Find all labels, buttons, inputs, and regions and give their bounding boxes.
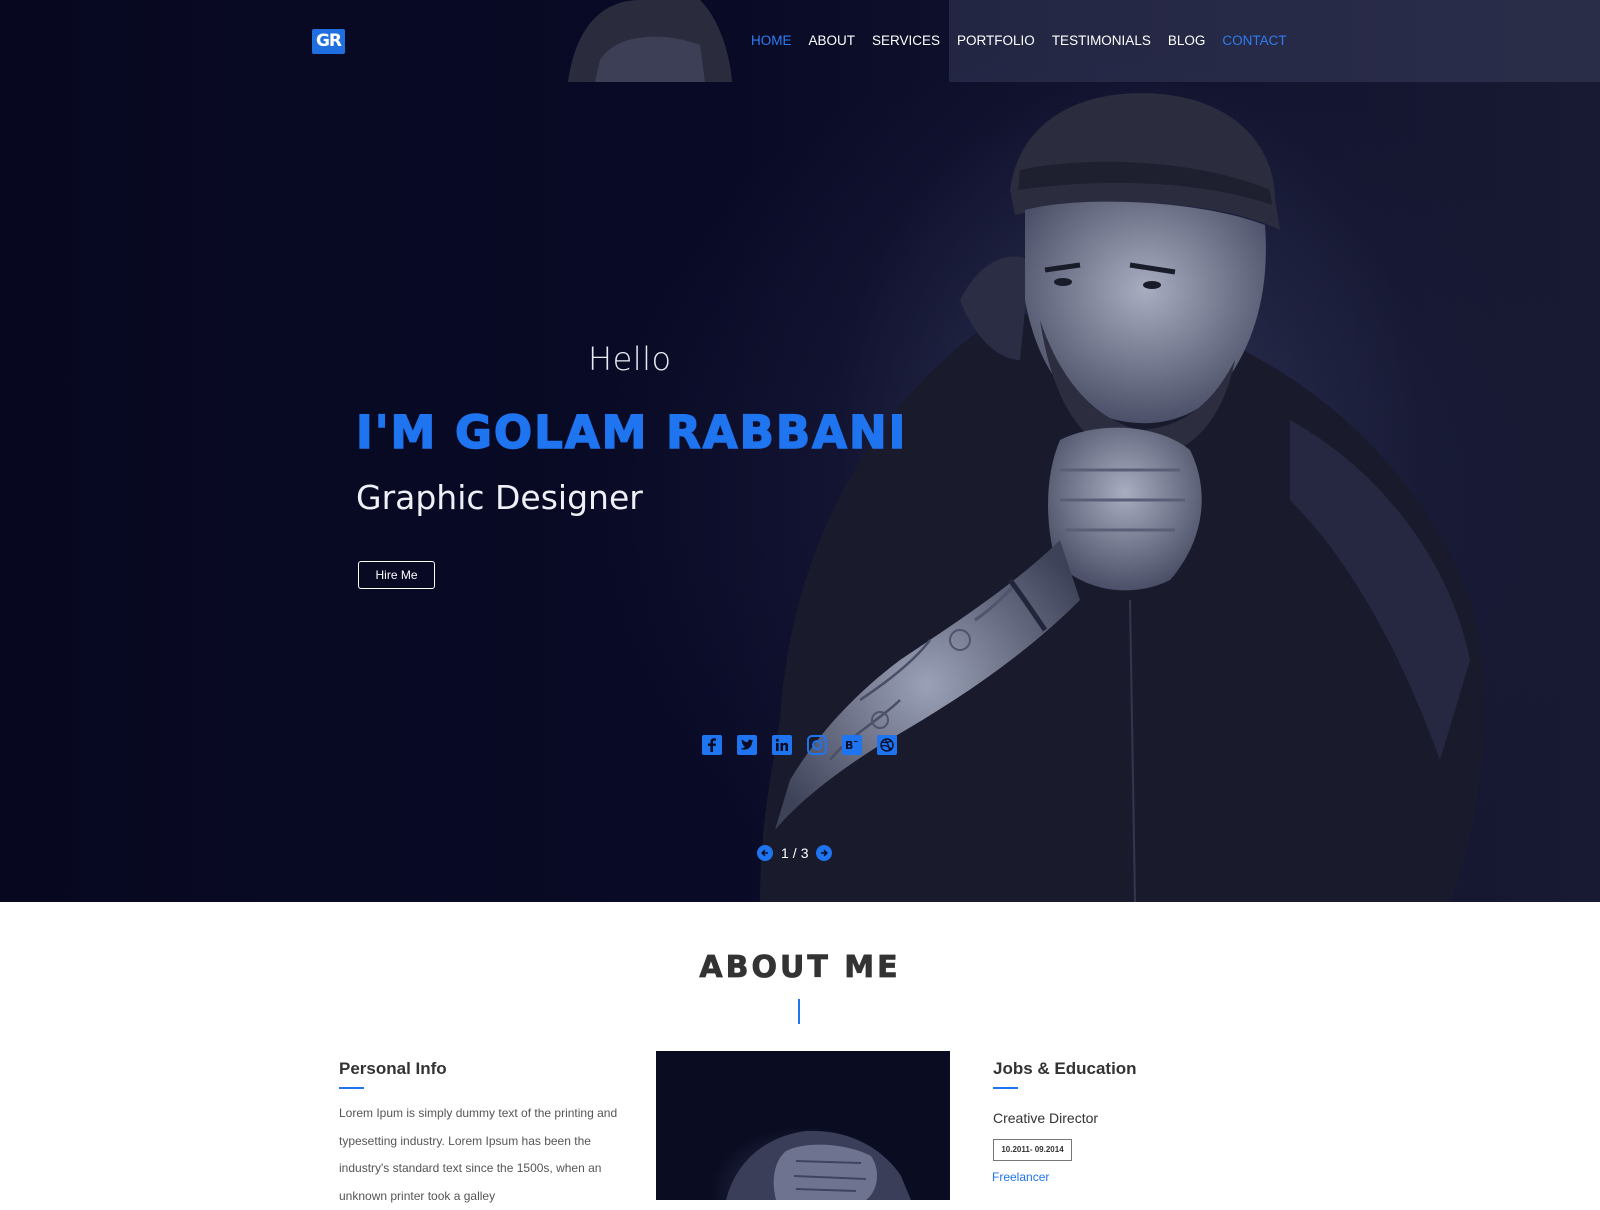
personal-info-heading: Personal Info	[339, 1059, 447, 1078]
nav-item[interactable]: BLOG	[1168, 33, 1206, 48]
behance-icon[interactable]	[841, 734, 863, 756]
job-title: Creative Director	[993, 1110, 1099, 1126]
jobs-education-divider	[993, 1087, 1018, 1089]
personal-info-text: Lorem Ipum is simply dummy text of the p…	[339, 1106, 618, 1203]
nav-item[interactable]: PORTFOLIO	[957, 33, 1035, 48]
site-logo[interactable]: GR	[312, 29, 345, 54]
personal-info-divider	[339, 1087, 364, 1089]
hero-role: Graphic Designer	[356, 478, 643, 517]
nav-item[interactable]: ABOUT	[809, 33, 856, 48]
nav-item[interactable]: SERVICES	[872, 33, 940, 48]
hero-section: GR HOME ABOUT SERVICES PORTFOLIO TESTIMO…	[0, 0, 1600, 902]
jobs-education-heading: Jobs & Education	[993, 1059, 1137, 1078]
instagram-icon[interactable]	[806, 734, 828, 756]
about-portrait-image	[726, 1130, 911, 1200]
slide-separator: /	[792, 845, 797, 861]
slider-controls: 1 / 3	[757, 845, 833, 861]
slide-current: 1	[781, 845, 789, 861]
hero-name-heading: I'M GOLAM RABBANI	[355, 405, 908, 460]
hero-greeting: Hello	[588, 340, 672, 378]
nav-item[interactable]: CONTACT	[1222, 33, 1286, 48]
next-slide-icon[interactable]	[816, 845, 833, 861]
slide-counter: 1 / 3	[781, 845, 808, 861]
nav-item[interactable]: HOME	[751, 33, 792, 48]
about-title-divider	[798, 999, 800, 1024]
dribbble-icon[interactable]	[876, 734, 898, 756]
job-subtitle: Freelancer	[992, 1170, 1050, 1184]
nav-menu: HOME ABOUT SERVICES PORTFOLIO TESTIMONIA…	[751, 33, 1304, 48]
about-photo	[656, 1051, 950, 1200]
hire-me-button[interactable]: Hire Me	[358, 561, 435, 589]
linkedin-icon[interactable]	[771, 734, 793, 756]
job-date-badge: 10.2011- 09.2014	[993, 1139, 1072, 1161]
facebook-icon[interactable]	[701, 734, 723, 756]
slide-total: 3	[800, 845, 809, 861]
social-links	[701, 734, 898, 756]
top-navbar: GR HOME ABOUT SERVICES PORTFOLIO TESTIMO…	[0, 0, 1600, 82]
prev-slide-icon[interactable]	[757, 845, 773, 861]
about-title: ABOUT ME	[699, 950, 901, 986]
nav-item[interactable]: TESTIMONIALS	[1052, 33, 1151, 48]
twitter-icon[interactable]	[736, 734, 758, 756]
